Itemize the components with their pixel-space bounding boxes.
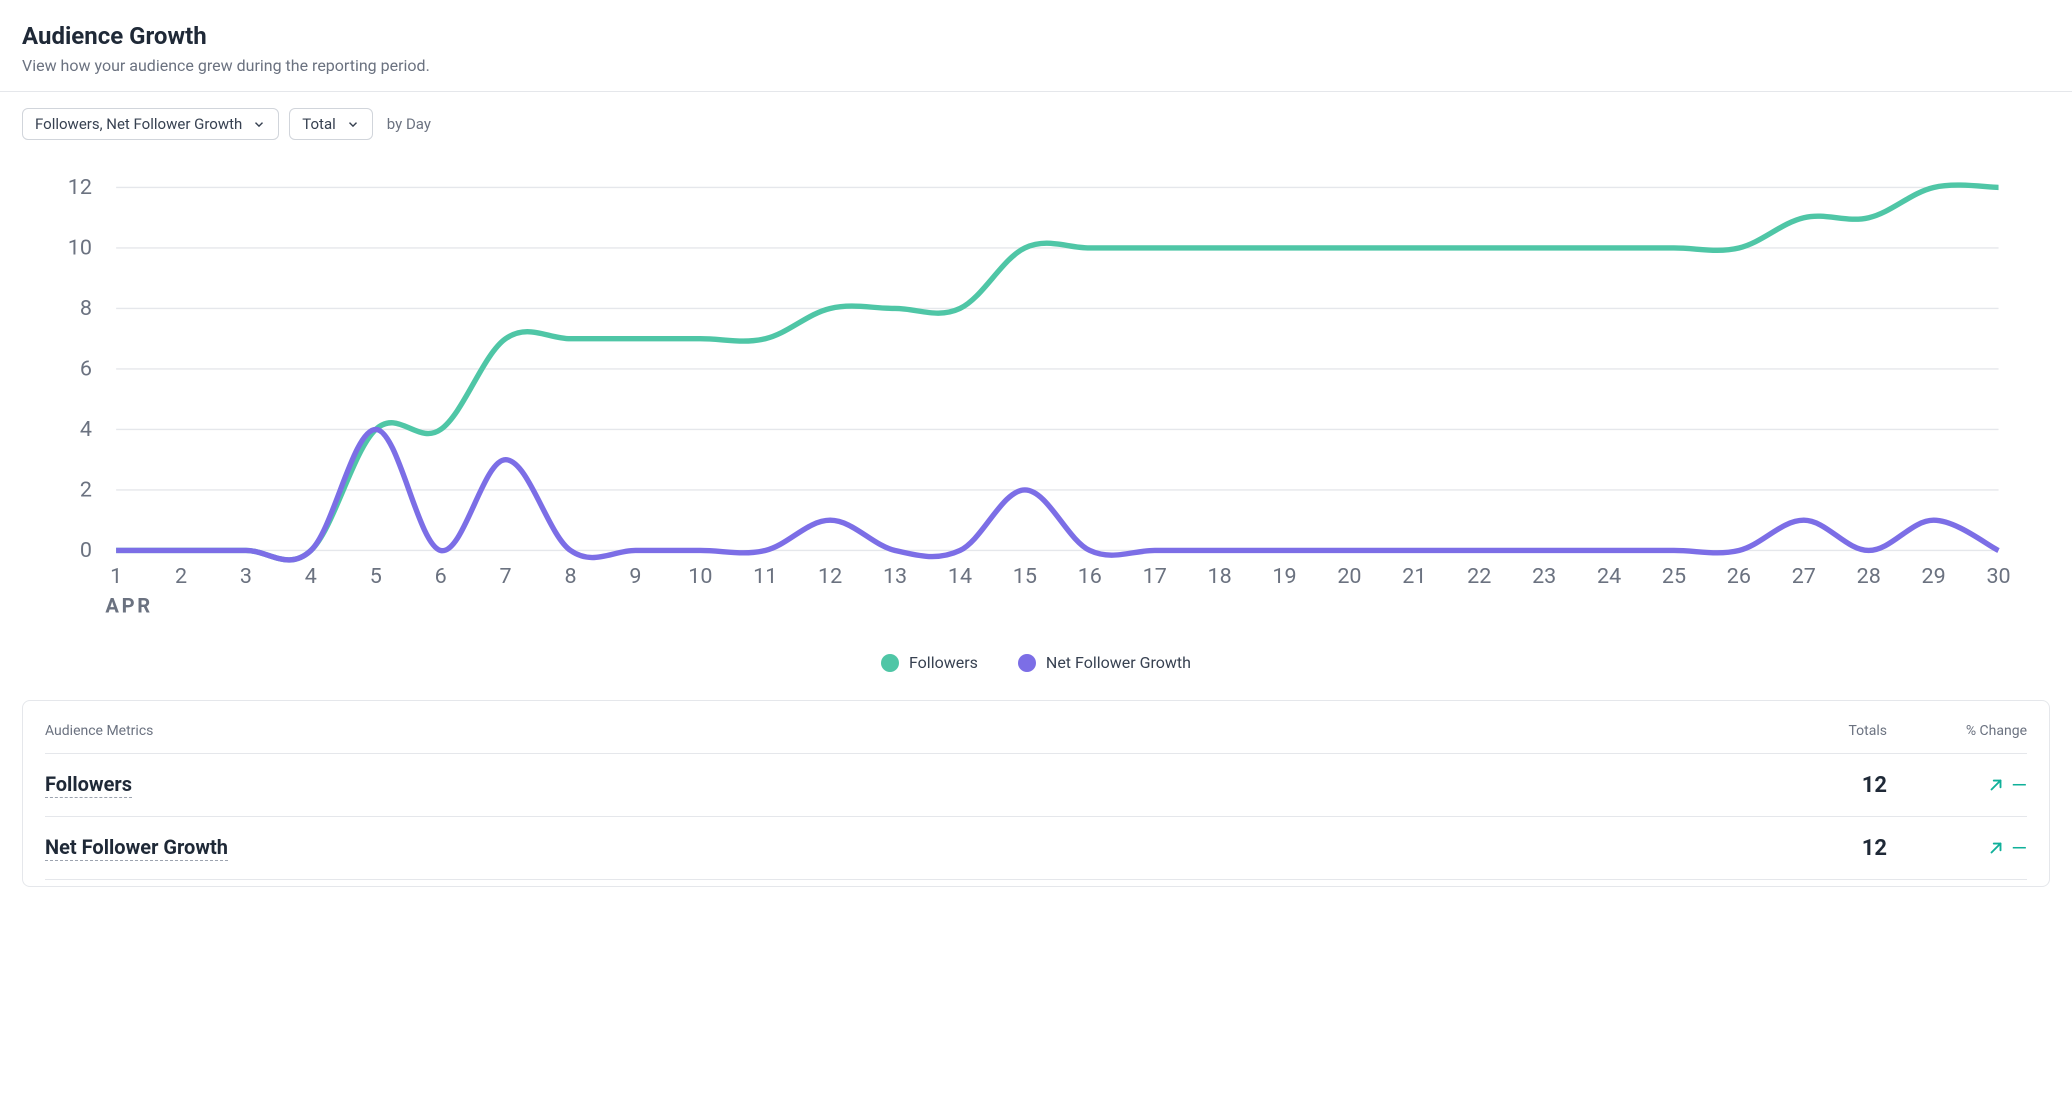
svg-text:2: 2: [80, 478, 92, 503]
svg-text:APR: APR: [105, 593, 153, 617]
metrics-header-change: % Change: [1887, 723, 2027, 739]
metric-change: —: [1887, 836, 2027, 860]
svg-text:22: 22: [1467, 564, 1491, 589]
metric-total: 12: [1767, 836, 1887, 861]
svg-text:17: 17: [1143, 564, 1167, 589]
controls-row: Followers, Net Follower Growth Total by …: [0, 92, 2072, 144]
svg-text:3: 3: [240, 564, 252, 589]
svg-text:21: 21: [1402, 564, 1426, 589]
chevron-down-icon: [346, 117, 360, 131]
svg-text:26: 26: [1727, 564, 1751, 589]
svg-text:4: 4: [80, 417, 92, 442]
metric-change-value: —: [2011, 773, 2027, 797]
svg-text:14: 14: [948, 564, 972, 589]
legend-item-followers[interactable]: Followers: [881, 653, 978, 672]
svg-text:15: 15: [1013, 564, 1037, 589]
metric-name[interactable]: Net Follower Growth: [45, 835, 228, 861]
legend-label-net: Net Follower Growth: [1046, 653, 1191, 672]
chart-container: 0246810121234567891011121314151617181920…: [0, 144, 2072, 631]
svg-text:13: 13: [883, 564, 907, 589]
swatch-net: [1018, 654, 1036, 672]
svg-text:29: 29: [1922, 564, 1946, 589]
svg-text:23: 23: [1532, 564, 1556, 589]
svg-text:27: 27: [1792, 564, 1816, 589]
svg-text:20: 20: [1337, 564, 1361, 589]
chart-legend: Followers Net Follower Growth: [0, 631, 2072, 700]
metric-total: 12: [1767, 773, 1887, 798]
metrics-dropdown-label: Followers, Net Follower Growth: [35, 115, 242, 133]
svg-text:6: 6: [80, 357, 92, 382]
svg-text:4: 4: [305, 564, 317, 589]
svg-text:19: 19: [1272, 564, 1296, 589]
aggregation-dropdown[interactable]: Total: [289, 108, 373, 140]
page-title: Audience Growth: [22, 22, 2050, 50]
metric-name[interactable]: Followers: [45, 772, 132, 798]
metric-change-value: —: [2011, 836, 2027, 860]
svg-text:9: 9: [629, 564, 641, 589]
metrics-header-row: Audience Metrics Totals % Change: [45, 723, 2027, 754]
metrics-dropdown[interactable]: Followers, Net Follower Growth: [22, 108, 279, 140]
svg-text:10: 10: [688, 564, 712, 589]
page-subtitle: View how your audience grew during the r…: [22, 56, 2050, 75]
svg-text:16: 16: [1078, 564, 1102, 589]
by-day-label: by Day: [383, 115, 431, 133]
svg-text:6: 6: [435, 564, 447, 589]
svg-text:30: 30: [1986, 564, 2010, 589]
legend-label-followers: Followers: [909, 653, 978, 672]
svg-text:12: 12: [818, 564, 842, 589]
metrics-card: Audience Metrics Totals % Change Followe…: [22, 700, 2050, 887]
svg-text:2: 2: [175, 564, 187, 589]
swatch-followers: [881, 654, 899, 672]
svg-text:25: 25: [1662, 564, 1686, 589]
svg-text:24: 24: [1597, 564, 1621, 589]
arrow-up-icon: [1987, 839, 2005, 857]
header: Audience Growth View how your audience g…: [0, 0, 2072, 92]
legend-item-net[interactable]: Net Follower Growth: [1018, 653, 1191, 672]
chevron-down-icon: [252, 117, 266, 131]
arrow-up-icon: [1987, 776, 2005, 794]
svg-text:0: 0: [80, 538, 92, 563]
aggregation-dropdown-label: Total: [302, 115, 336, 133]
svg-text:12: 12: [68, 175, 92, 200]
metrics-header-totals: Totals: [1767, 723, 1887, 739]
svg-text:1: 1: [110, 564, 122, 589]
svg-text:28: 28: [1857, 564, 1881, 589]
metrics-header-name: Audience Metrics: [45, 723, 1767, 739]
svg-text:18: 18: [1208, 564, 1232, 589]
svg-text:7: 7: [500, 564, 512, 589]
metric-change: —: [1887, 773, 2027, 797]
table-row: Net Follower Growth 12 —: [45, 817, 2027, 880]
svg-text:8: 8: [80, 296, 92, 321]
table-row: Followers 12 —: [45, 754, 2027, 817]
svg-text:8: 8: [564, 564, 576, 589]
svg-text:5: 5: [370, 564, 382, 589]
svg-text:10: 10: [68, 236, 92, 261]
chart-svg: 0246810121234567891011121314151617181920…: [22, 174, 2012, 631]
svg-text:11: 11: [753, 564, 777, 589]
